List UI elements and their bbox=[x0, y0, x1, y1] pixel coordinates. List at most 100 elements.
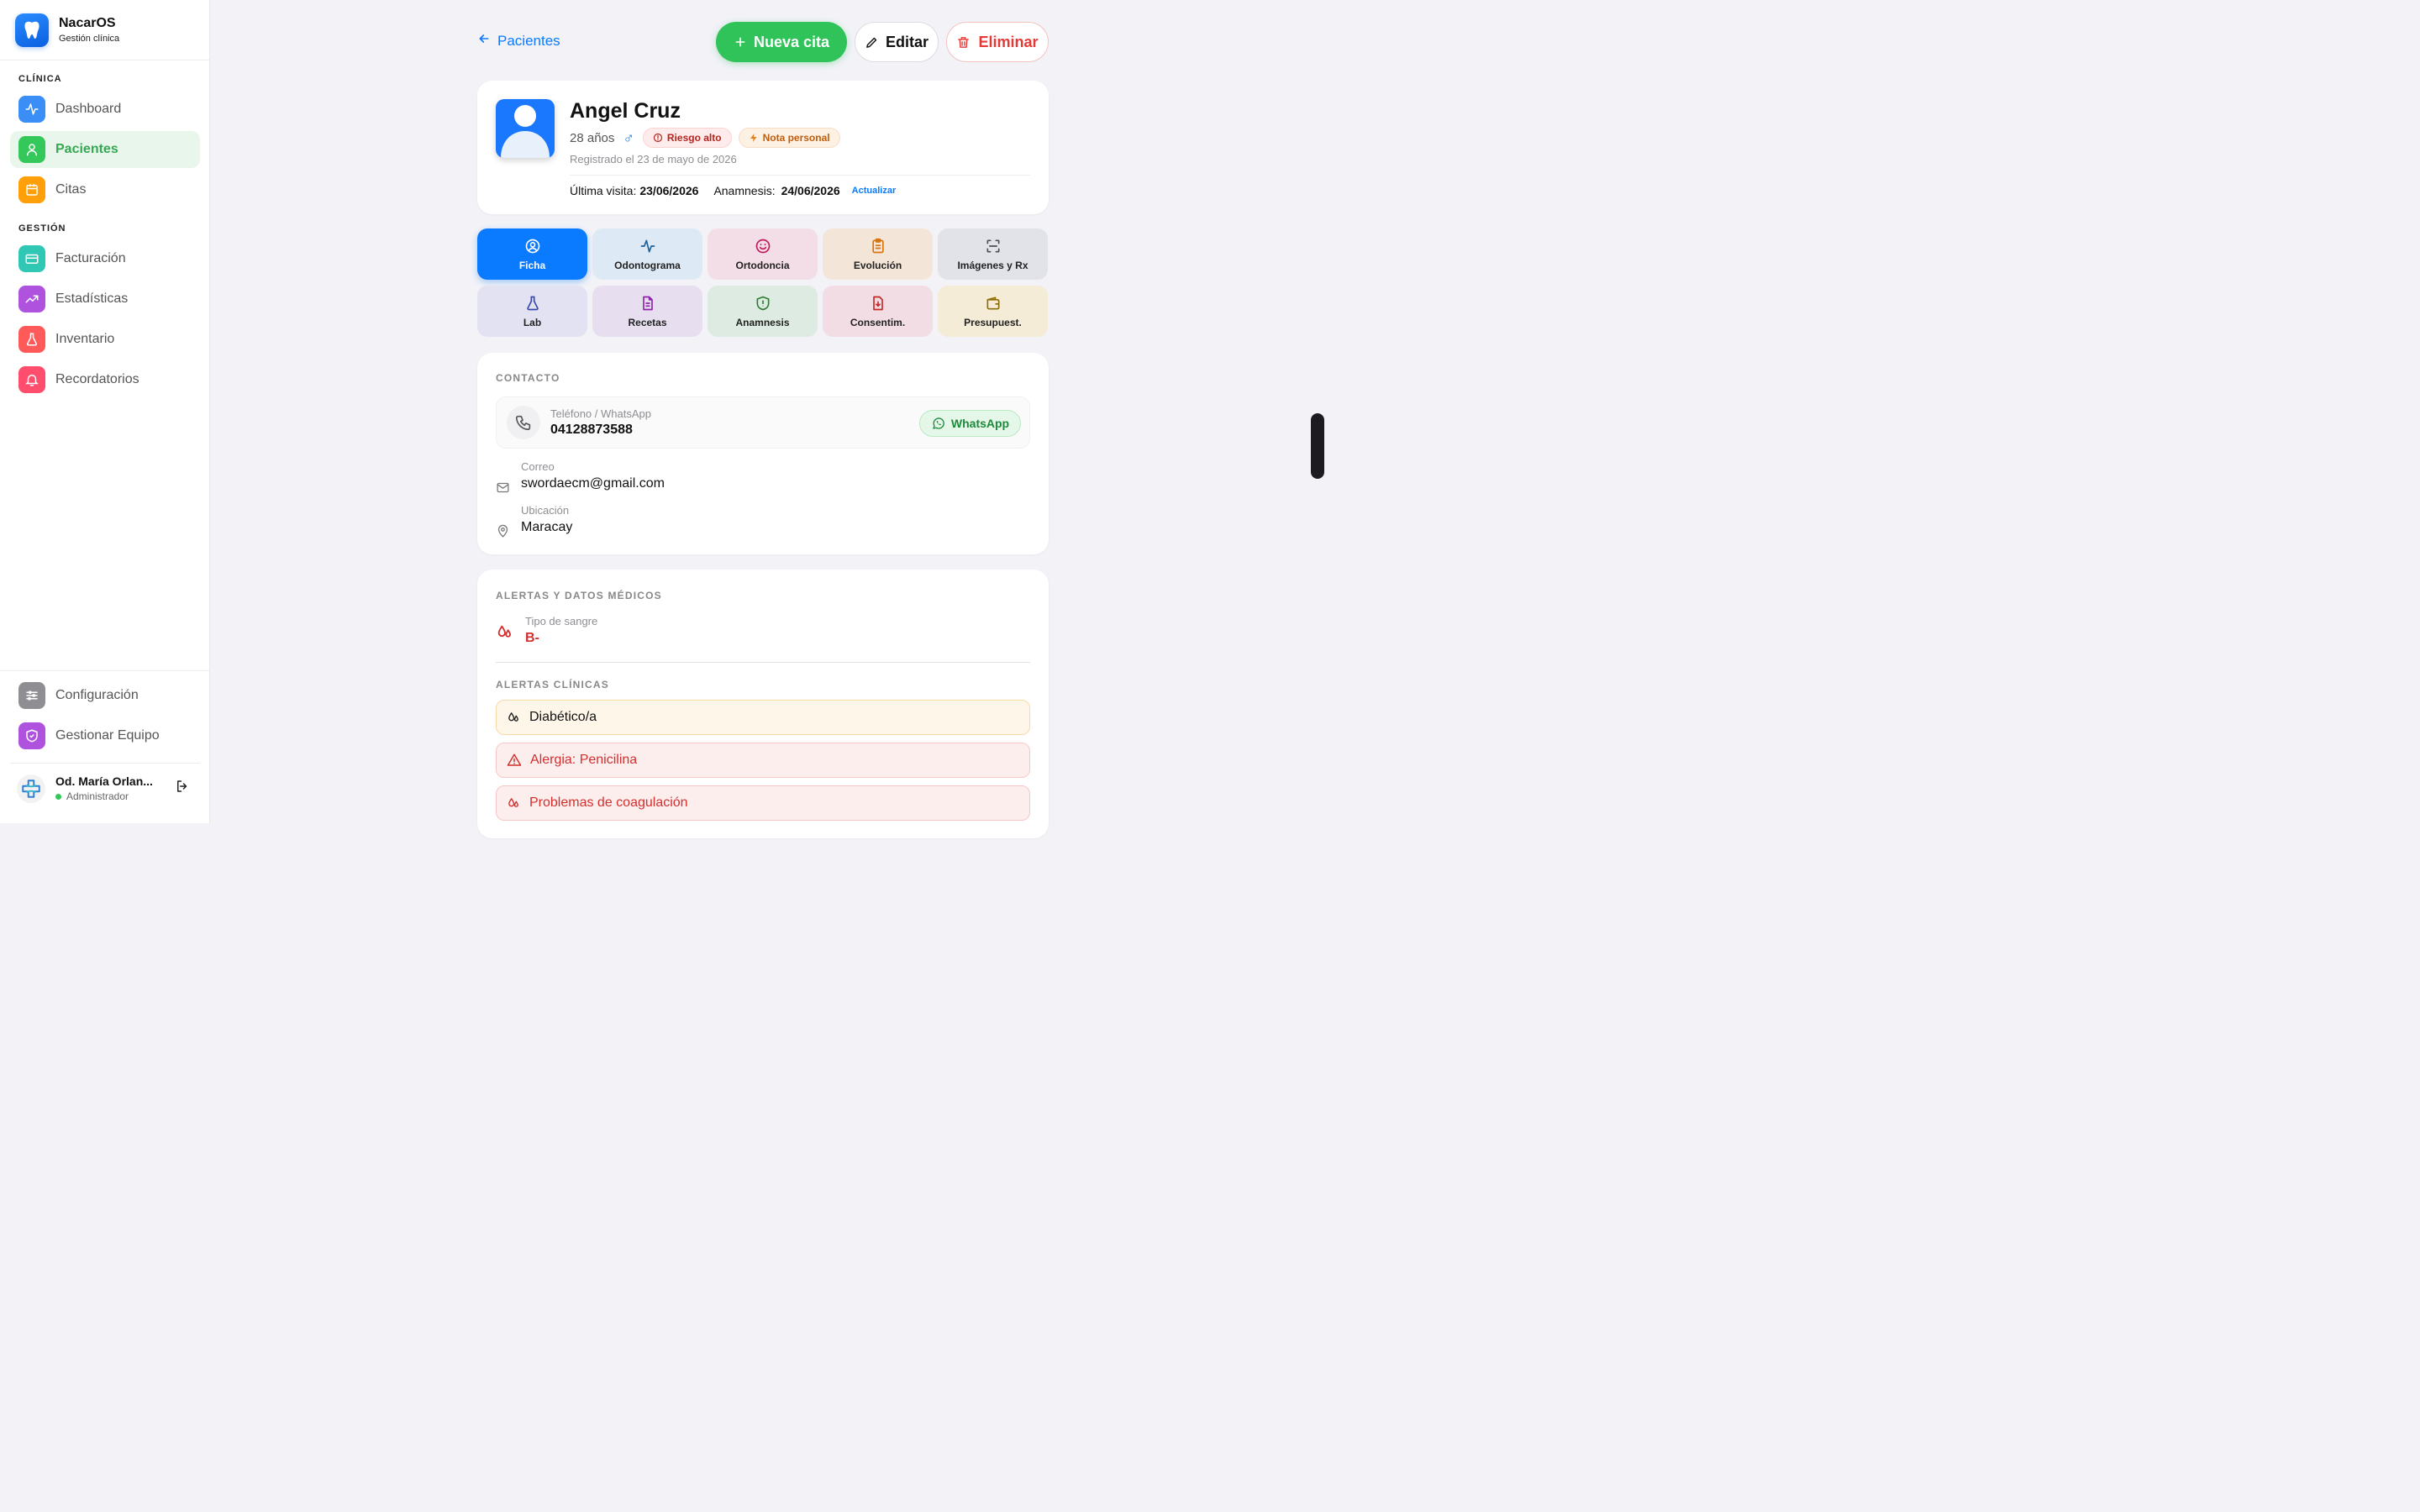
sidebar-item-facturacion[interactable]: Facturación bbox=[10, 240, 200, 277]
phone-value: 04128873588 bbox=[550, 423, 633, 437]
user-name: Od. María Orlan... bbox=[55, 774, 153, 788]
logout-icon[interactable] bbox=[175, 779, 190, 798]
visit-info-row: Última visita: 23/06/2026 Anamnesis: 24/… bbox=[570, 184, 896, 197]
phone-label: Teléfono / WhatsApp bbox=[550, 407, 651, 420]
tab-label: Anamnesis bbox=[735, 316, 790, 328]
tab-ficha[interactable]: Ficha bbox=[477, 228, 587, 280]
patient-photo[interactable] bbox=[496, 99, 555, 158]
tab-imagenes-rx[interactable]: Imágenes y Rx bbox=[938, 228, 1048, 280]
tab-recetas[interactable]: Recetas bbox=[592, 286, 702, 337]
flask-icon bbox=[524, 295, 541, 312]
sidebar-item-label: Inventario bbox=[55, 332, 115, 346]
online-status-dot bbox=[55, 793, 61, 800]
tab-consentimientos[interactable]: Consentim. bbox=[823, 286, 933, 337]
sidebar-item-pacientes[interactable]: Pacientes bbox=[10, 131, 200, 168]
tab-label: Odontograma bbox=[614, 259, 681, 271]
alert-item-allergy[interactable]: Alergia: Penicilina bbox=[496, 743, 1030, 778]
tab-label: Presupuest. bbox=[964, 316, 1022, 328]
smile-icon bbox=[755, 238, 771, 255]
delete-button[interactable]: Eliminar bbox=[946, 22, 1049, 62]
risk-badge-label: Riesgo alto bbox=[666, 132, 722, 144]
tab-ortodoncia[interactable]: Ortodoncia bbox=[708, 228, 818, 280]
last-visit-value: 23/06/2026 bbox=[639, 184, 699, 197]
alert-circle-icon bbox=[653, 133, 663, 143]
alert-item-coagulation[interactable]: Problemas de coagulación bbox=[496, 785, 1030, 821]
sidebar-item-estadisticas[interactable]: Estadísticas bbox=[10, 281, 200, 318]
shield-icon bbox=[18, 722, 45, 749]
header-divider bbox=[570, 175, 1030, 176]
risk-badge[interactable]: Riesgo alto bbox=[642, 128, 732, 148]
clipboard-icon bbox=[870, 238, 886, 255]
note-badge[interactable]: Nota personal bbox=[738, 128, 840, 148]
patient-age: 28 años bbox=[570, 130, 615, 145]
warning-triangle-icon bbox=[507, 753, 522, 768]
edit-label: Editar bbox=[885, 33, 929, 50]
trend-icon bbox=[18, 286, 45, 312]
sidebar-item-label: Pacientes bbox=[55, 142, 118, 156]
patient-header-card: Angel Cruz 28 años ♂ Riesgo alto Nota pe… bbox=[477, 81, 1049, 214]
tab-evolucion[interactable]: Evolución bbox=[823, 228, 933, 280]
sidebar-item-citas[interactable]: Citas bbox=[10, 171, 200, 208]
edit-button[interactable]: Editar bbox=[855, 22, 939, 62]
male-gender-icon: ♂ bbox=[623, 129, 634, 146]
new-appointment-label: Nueva cita bbox=[753, 33, 830, 50]
sidebar-divider bbox=[0, 670, 209, 671]
user-icon bbox=[18, 136, 45, 163]
brand[interactable]: NacarOS Gestión clínica bbox=[0, 0, 209, 60]
section-label-management: GESTIÓN bbox=[18, 223, 66, 234]
tab-lab[interactable]: Lab bbox=[477, 286, 587, 337]
patient-name: Angel Cruz bbox=[570, 99, 681, 123]
sidebar-item-recordatorios[interactable]: Recordatorios bbox=[10, 361, 200, 398]
tab-odontograma[interactable]: Odontograma bbox=[592, 228, 702, 280]
contact-section-title: CONTACTO bbox=[496, 372, 560, 384]
topbar: Pacientes Nueva cita Editar Eliminar bbox=[477, 22, 1049, 62]
medical-divider bbox=[496, 662, 1030, 663]
blood-type-label: Tipo de sangre bbox=[525, 615, 598, 627]
sidebar-item-inventario[interactable]: Inventario bbox=[10, 321, 200, 358]
scan-icon bbox=[985, 238, 1002, 255]
tab-anamnesis[interactable]: Anamnesis bbox=[708, 286, 818, 337]
back-link[interactable]: Pacientes bbox=[477, 32, 560, 50]
bell-icon bbox=[18, 366, 45, 393]
sidebar: NacarOS Gestión clínica CLÍNICA Dashboar… bbox=[0, 0, 210, 823]
email-row[interactable]: Correo swordaecm@gmail.com bbox=[496, 460, 665, 499]
sidebar-item-label: Recordatorios bbox=[55, 372, 139, 386]
mail-icon bbox=[496, 480, 511, 499]
sidebar-item-label: Facturación bbox=[55, 251, 126, 265]
sliders-icon bbox=[18, 682, 45, 709]
sidebar-item-dashboard[interactable]: Dashboard bbox=[10, 91, 200, 128]
phone-row[interactable]: Teléfono / WhatsApp 04128873588 WhatsApp bbox=[496, 396, 1030, 449]
clinical-alerts-title: ALERTAS CLÍNICAS bbox=[496, 679, 609, 690]
email-label: Correo bbox=[521, 460, 555, 473]
sidebar-item-gestionar-equipo[interactable]: Gestionar Equipo bbox=[10, 717, 200, 754]
tooth-logo-icon bbox=[15, 13, 49, 47]
user-profile[interactable]: Od. María Orlan... Administrador bbox=[10, 763, 200, 813]
tab-label: Evolución bbox=[853, 259, 902, 271]
activity-icon bbox=[639, 238, 656, 255]
tab-label: Consentim. bbox=[850, 316, 906, 328]
whatsapp-button[interactable]: WhatsApp bbox=[919, 410, 1021, 437]
back-link-label: Pacientes bbox=[497, 32, 560, 49]
file-download-icon bbox=[870, 295, 886, 312]
sidebar-item-label: Configuración bbox=[55, 688, 139, 702]
blood-drop-icon bbox=[496, 623, 514, 646]
side-panel-handle[interactable] bbox=[1311, 413, 1324, 479]
update-anamnesis-link[interactable]: Actualizar bbox=[852, 186, 897, 196]
user-role-row: Administrador bbox=[55, 790, 165, 802]
sidebar-item-configuracion[interactable]: Configuración bbox=[10, 677, 200, 714]
tab-presupuestos[interactable]: Presupuest. bbox=[938, 286, 1048, 337]
phone-icon bbox=[507, 406, 540, 439]
anamnesis-value: 24/06/2026 bbox=[781, 184, 840, 197]
location-value: Maracay bbox=[521, 520, 573, 534]
alert-label: Diabético/a bbox=[529, 710, 597, 724]
sidebar-item-label: Gestionar Equipo bbox=[55, 728, 160, 743]
anamnesis-label: Anamnesis: bbox=[713, 184, 776, 197]
shield-icon bbox=[755, 295, 771, 312]
new-appointment-button[interactable]: Nueva cita bbox=[716, 22, 847, 62]
pencil-icon bbox=[865, 35, 879, 50]
activity-icon bbox=[18, 96, 45, 123]
arrow-left-icon bbox=[477, 32, 491, 50]
calendar-icon bbox=[18, 176, 45, 203]
alert-item-diabetes[interactable]: Diabético/a bbox=[496, 700, 1030, 735]
document-icon bbox=[639, 295, 656, 312]
